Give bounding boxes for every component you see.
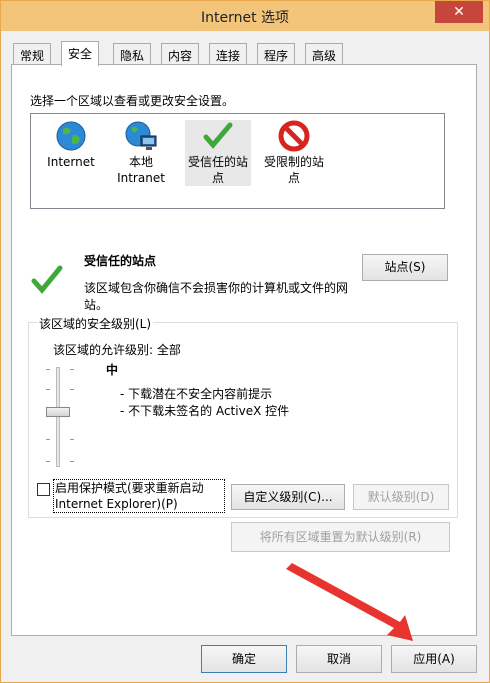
- slider-tick: [70, 461, 74, 462]
- tab-security[interactable]: 安全: [61, 41, 100, 66]
- tab-general[interactable]: 常规: [13, 43, 52, 65]
- protected-mode-label[interactable]: 启用保护模式(要求重新启动 Internet Explorer)(P): [55, 480, 223, 512]
- zone-instruction: 选择一个区域以查看或更改安全设置。: [30, 94, 235, 108]
- allowed-levels-text: 该区域的允许级别: 全部: [53, 343, 181, 357]
- slider-tick: [46, 369, 50, 370]
- security-level-slider-thumb[interactable]: [46, 407, 70, 417]
- slider-tick: [46, 461, 50, 462]
- security-level-slider-track[interactable]: [56, 367, 60, 467]
- globe-icon: [56, 121, 86, 151]
- slider-tick: [70, 369, 74, 370]
- checkmark-icon: [203, 122, 233, 149]
- custom-level-button[interactable]: 自定义级别(C)...: [231, 484, 345, 510]
- close-button[interactable]: ✕: [435, 1, 483, 23]
- tab-programs[interactable]: 程序: [257, 43, 296, 65]
- apply-button[interactable]: 应用(A): [391, 645, 477, 673]
- security-tab-panel: 选择一个区域以查看或更改安全设置。 Internet 本地 Intranet 受…: [11, 64, 477, 636]
- tab-privacy[interactable]: 隐私: [113, 43, 152, 65]
- zone-local-intranet[interactable]: 本地 Intranet: [107, 120, 175, 186]
- prohibited-icon: [278, 120, 310, 152]
- security-level-name: 中: [106, 363, 119, 377]
- zone-label-internet: Internet: [47, 155, 95, 169]
- level-bullet: - 不下载未签名的 ActiveX 控件: [120, 404, 290, 418]
- protected-mode-checkbox[interactable]: [37, 483, 50, 496]
- cancel-button[interactable]: 取消: [296, 645, 382, 673]
- level-bullet: - 下载潜在不安全内容前提示: [120, 387, 273, 401]
- window-title: Internet 选项: [200, 10, 290, 26]
- tab-advanced[interactable]: 高级: [305, 43, 344, 65]
- zone-description: 该区域包含你确信不会损害你的计算机或文件的网站。: [84, 281, 349, 312]
- tab-content[interactable]: 内容: [161, 43, 200, 65]
- title-bar[interactable]: Internet 选项 ✕: [1, 1, 489, 31]
- sites-button[interactable]: 站点(S): [362, 254, 448, 281]
- zone-label-trusted-sites: 受信任的站 点: [187, 155, 248, 185]
- zone-restricted-sites[interactable]: 受限制的站 点: [260, 120, 328, 186]
- security-level-label: 该区域的安全级别(L): [37, 315, 154, 332]
- intranet-icon: [125, 121, 157, 150]
- zone-title: 受信任的站点: [84, 254, 157, 268]
- zone-internet[interactable]: Internet: [37, 120, 105, 170]
- slider-tick: [46, 389, 50, 390]
- dialog-client: 常规 安全 隐私 内容 连接 程序 高级 选择一个区域以查看或更改安全设置。 I…: [8, 31, 483, 677]
- reset-all-zones-button[interactable]: 将所有区域重置为默认级别(R): [231, 522, 450, 552]
- default-level-button[interactable]: 默认级别(D): [353, 484, 449, 510]
- zone-trusted-sites[interactable]: 受信任的站 点: [185, 120, 251, 186]
- internet-options-window: Internet 选项 ✕ 常规 安全 隐私 内容 连接 程序 高级 选择一个区…: [0, 0, 490, 683]
- zone-label-restricted-sites: 受限制的站 点: [263, 155, 324, 185]
- close-icon: ✕: [453, 4, 465, 20]
- selected-zone-checkmark-icon: [31, 265, 63, 294]
- zone-list: Internet 本地 Intranet 受信任的站 点 受限制的站 点: [30, 113, 445, 209]
- slider-tick: [70, 439, 74, 440]
- slider-tick: [46, 439, 50, 440]
- ok-button[interactable]: 确定: [201, 645, 287, 673]
- zone-label-local-intranet: 本地 Intranet: [117, 155, 165, 185]
- tab-connections[interactable]: 连接: [209, 43, 248, 65]
- slider-tick: [70, 389, 74, 390]
